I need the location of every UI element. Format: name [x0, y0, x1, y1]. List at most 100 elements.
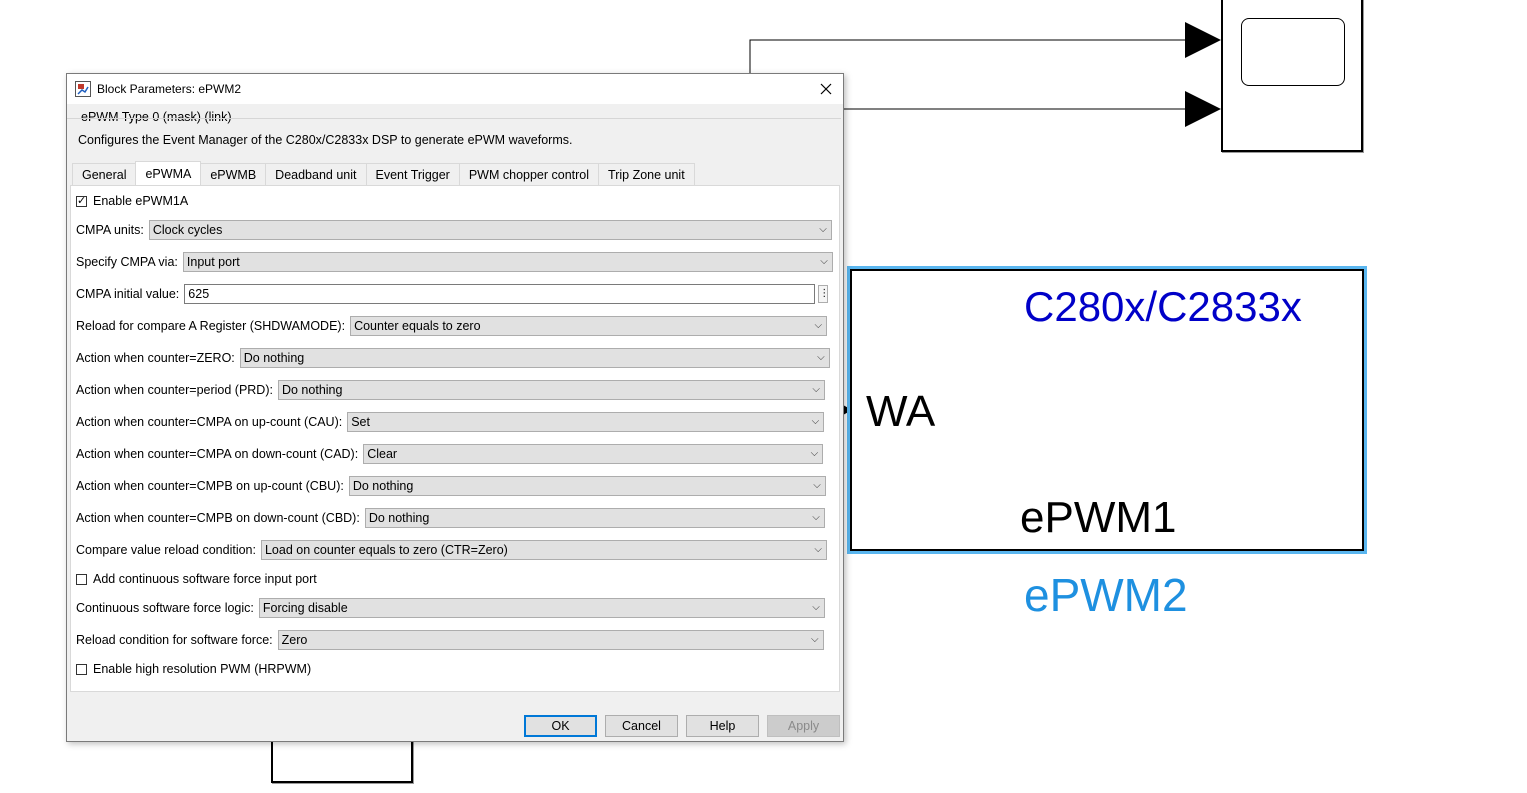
action-zero-dropdown[interactable]: Do nothing ⌵ — [239, 348, 830, 368]
apply-button[interactable]: Apply — [767, 715, 840, 737]
chevron-down-icon: ⌵ — [812, 512, 820, 523]
close-button[interactable] — [809, 74, 843, 104]
enable-hrpwm-row[interactable]: Enable high resolution PWM (HRPWM) — [76, 658, 316, 680]
mask-description-group: ePWM Type 0 (mask) (link) Configures the… — [71, 110, 839, 154]
tab-epwmb[interactable]: ePWMB — [200, 163, 267, 185]
compare-reload-condition-value: Load on counter equals to zero (CTR=Zero… — [264, 543, 508, 557]
action-period-label: Action when counter=period (PRD): — [76, 383, 273, 397]
chevron-down-icon: ⌵ — [817, 352, 825, 363]
arrowhead-1 — [1185, 22, 1221, 58]
chevron-down-icon: ⌵ — [814, 544, 822, 555]
chevron-down-icon: ⌵ — [811, 416, 820, 427]
action-period-row: Action when counter=period (PRD): Do not… — [76, 379, 825, 401]
tab-epwma[interactable]: ePWMA — [135, 161, 202, 185]
action-cad-dropdown[interactable]: Clear ⌵ — [363, 444, 824, 464]
tab-trip-zone-unit[interactable]: Trip Zone unit — [598, 163, 695, 185]
action-cau-dropdown[interactable]: Set ⌵ — [347, 412, 825, 432]
simulink-block-icon — [75, 81, 91, 97]
action-cbd-dropdown[interactable]: Do nothing ⌵ — [364, 508, 825, 528]
action-cau-row: Action when counter=CMPA on up-count (CA… — [76, 411, 825, 433]
reload-compare-a-value: Counter equals to zero — [354, 319, 481, 333]
tab-event-trigger[interactable]: Event Trigger — [365, 163, 460, 185]
help-button[interactable]: Help — [686, 715, 759, 737]
scope-screen — [1241, 18, 1345, 86]
cmpa-units-row: CMPA units: Clock cycles ⌵ — [76, 219, 832, 241]
sw-force-reload-dropdown[interactable]: Zero ⌵ — [277, 630, 824, 650]
tab-pwm-chopper-control[interactable]: PWM chopper control — [458, 163, 600, 185]
arrowhead-2 — [1185, 91, 1221, 127]
sw-force-logic-dropdown[interactable]: Forcing disable ⌵ — [258, 598, 825, 618]
parameter-tabs: General ePWMA ePWMB Deadband unit Event … — [72, 161, 695, 186]
checkmark-icon: ✓ — [77, 194, 87, 207]
signal-line-1 — [749, 39, 1190, 73]
specify-cmpa-via-row: Specify CMPA via: Input port ⌵ — [76, 251, 833, 273]
cmpa-initial-value-label: CMPA initial value: — [76, 287, 180, 301]
specify-cmpa-via-dropdown[interactable]: Input port ⌵ — [182, 252, 833, 272]
action-cad-label: Action when counter=CMPA on down-count (… — [76, 447, 359, 461]
close-icon — [820, 83, 832, 95]
enable-epwm1a-label: Enable ePWM1A — [93, 194, 189, 208]
cmpa-initial-value-field[interactable]: 625 — [184, 284, 816, 304]
cmpa-initial-value-row: CMPA initial value: 625 ⋮ — [76, 283, 829, 305]
block-module-label: ePWM1 — [1020, 493, 1177, 542]
kebab-menu-icon[interactable]: ⋮ — [818, 285, 829, 303]
scope-block[interactable] — [1221, 0, 1363, 152]
cmpa-units-value: Clock cycles — [152, 223, 223, 237]
tab-general[interactable]: General — [72, 163, 137, 185]
action-cbd-value: Do nothing — [368, 511, 430, 525]
action-zero-label: Action when counter=ZERO: — [76, 351, 235, 365]
action-cbd-row: Action when counter=CMPB on down-count (… — [76, 507, 825, 529]
action-zero-value: Do nothing — [243, 351, 305, 365]
cmpa-units-dropdown[interactable]: Clock cycles ⌵ — [148, 220, 832, 240]
action-cau-label: Action when counter=CMPA on up-count (CA… — [76, 415, 343, 429]
add-sw-force-port-label: Add continuous software force input port — [93, 572, 317, 586]
dialog-titlebar[interactable]: Block Parameters: ePWM2 — [67, 74, 843, 104]
enable-epwm1a-checkbox[interactable]: ✓ — [76, 194, 87, 207]
action-period-dropdown[interactable]: Do nothing ⌵ — [277, 380, 825, 400]
sw-force-reload-value: Zero — [281, 633, 308, 647]
action-cad-value: Clear — [367, 447, 398, 461]
cancel-button[interactable]: Cancel — [605, 715, 678, 737]
tab-deadband-unit[interactable]: Deadband unit — [265, 163, 367, 185]
enable-epwm1a-row[interactable]: ✓ Enable ePWM1A — [76, 190, 193, 212]
enable-hrpwm-checkbox[interactable] — [76, 663, 87, 675]
chevron-down-icon: ⌵ — [820, 256, 828, 267]
compare-reload-condition-label: Compare value reload condition: — [76, 543, 256, 557]
block-parameters-dialog: Block Parameters: ePWM2 ePWM Type 0 (mas… — [66, 73, 844, 742]
chevron-down-icon: ⌵ — [812, 384, 820, 395]
reload-compare-a-row: Reload for compare A Register (SHDWAMODE… — [76, 315, 828, 337]
divider — [67, 118, 841, 119]
specify-cmpa-via-value: Input port — [186, 255, 240, 269]
sw-force-reload-label: Reload condition for software force: — [76, 633, 273, 647]
sw-force-reload-row: Reload condition for software force: Zer… — [76, 629, 824, 651]
chevron-down-icon: ⌵ — [810, 448, 819, 459]
action-cbu-row: Action when counter=CMPB on up-count (CB… — [76, 475, 826, 497]
cmpa-units-label: CMPA units: — [76, 223, 144, 237]
add-sw-force-port-checkbox[interactable] — [76, 573, 87, 585]
sw-force-logic-label: Continuous software force logic: — [76, 601, 254, 615]
specify-cmpa-via-label: Specify CMPA via: — [76, 255, 178, 269]
lower-block[interactable] — [271, 738, 413, 783]
action-period-value: Do nothing — [281, 383, 343, 397]
block-chip-label: C280x/C2833x — [1024, 283, 1302, 330]
block-port-label: WA — [866, 387, 936, 436]
enable-hrpwm-label: Enable high resolution PWM (HRPWM) — [93, 662, 312, 676]
sw-force-logic-row: Continuous software force logic: Forcing… — [76, 597, 825, 619]
action-cad-row: Action when counter=CMPA on down-count (… — [76, 443, 824, 465]
action-cbu-label: Action when counter=CMPB on up-count (CB… — [76, 479, 344, 493]
chevron-down-icon: ⌵ — [819, 224, 827, 235]
action-cbu-value: Do nothing — [352, 479, 414, 493]
chevron-down-icon: ⌵ — [814, 320, 823, 331]
block-name-label[interactable]: ePWM2 — [1024, 568, 1188, 622]
compare-reload-condition-dropdown[interactable]: Load on counter equals to zero (CTR=Zero… — [260, 540, 827, 560]
ok-button[interactable]: OK — [524, 715, 597, 737]
mask-description: Configures the Event Manager of the C280… — [78, 133, 573, 147]
reload-compare-a-dropdown[interactable]: Counter equals to zero ⌵ — [350, 316, 828, 336]
chevron-down-icon: ⌵ — [813, 480, 821, 491]
add-sw-force-port-row[interactable]: Add continuous software force input port — [76, 568, 322, 590]
epwm-block[interactable]: C280x/C2833x WA ePWM1 — [850, 269, 1364, 551]
action-cau-value: Set — [351, 415, 370, 429]
action-cbu-dropdown[interactable]: Do nothing ⌵ — [348, 476, 826, 496]
tab-panel-epwma: ✓ Enable ePWM1A CMPA units: Clock cycles… — [70, 185, 840, 692]
action-cbd-label: Action when counter=CMPB on down-count (… — [76, 511, 360, 525]
